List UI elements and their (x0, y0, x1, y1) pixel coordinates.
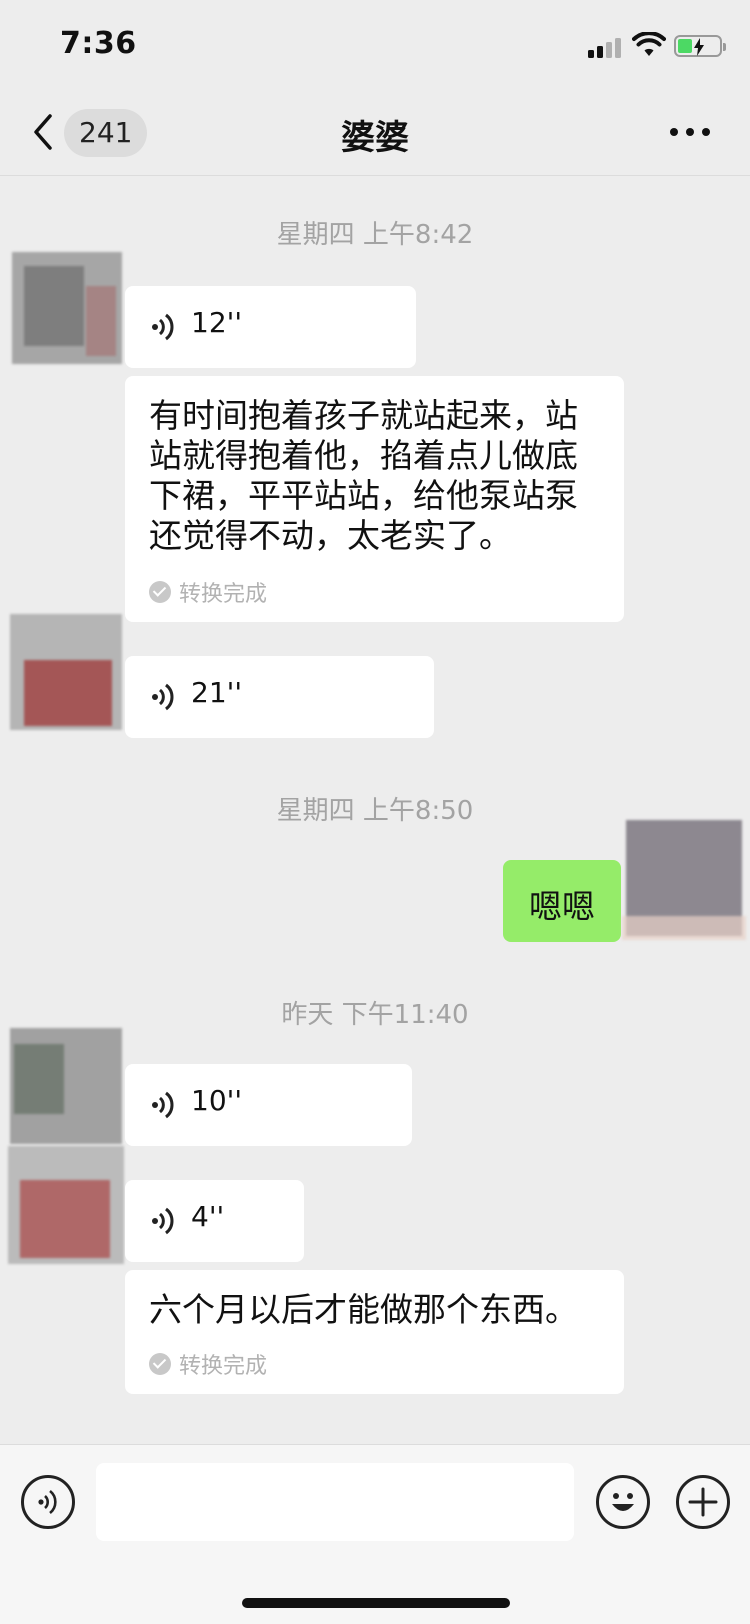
voice-message-bubble[interactable]: 21'' (125, 656, 434, 738)
chat-title: 婆婆 (341, 118, 409, 158)
status-bar: 7:36 (0, 0, 750, 88)
plus-icon[interactable] (676, 1475, 730, 1529)
sent-message-text: 嗯嗯 (529, 887, 595, 926)
sent-message-bubble[interactable]: 嗯嗯 (503, 860, 621, 942)
voice-duration: 12'' (191, 306, 243, 339)
transcript-status-label: 转换完成 (179, 582, 268, 607)
transcript-bubble[interactable]: 六个月以后才能做那个东西。 转换完成 (125, 1270, 624, 1394)
transcript-status: 转换完成 (149, 576, 267, 608)
voice-wave-icon (152, 1091, 174, 1119)
transcript-line: 六个月以后才能做那个东西。 (149, 1290, 578, 1329)
input-bar (0, 1444, 750, 1624)
voice-wave-icon (152, 1207, 174, 1235)
voice-duration: 21'' (191, 676, 243, 709)
home-indicator (242, 1598, 510, 1608)
voice-duration: 10'' (191, 1084, 243, 1117)
voice-wave-icon (152, 683, 174, 711)
transcript-status-label: 转换完成 (179, 1354, 268, 1379)
transcript-line: 有时间抱着孩子就站起来，站 (149, 396, 578, 435)
contact-avatar[interactable] (4, 246, 128, 370)
voice-message-bubble[interactable]: 12'' (125, 286, 416, 368)
contact-avatar[interactable] (4, 1144, 128, 1268)
battery-charging-icon (674, 35, 726, 57)
voice-duration: 4'' (191, 1200, 225, 1233)
transcript-line: 站就得抱着他，掐着点儿做底 (149, 436, 578, 475)
ellipsis-icon[interactable] (670, 128, 710, 140)
wifi-icon (632, 32, 666, 56)
voice-message-bubble[interactable]: 10'' (125, 1064, 412, 1146)
check-circle-icon (149, 1353, 171, 1375)
status-time: 7:36 (60, 26, 137, 61)
contact-avatar[interactable] (4, 1024, 128, 1148)
check-circle-icon (149, 581, 171, 603)
voice-input-icon[interactable] (21, 1475, 75, 1529)
user-avatar[interactable] (622, 816, 746, 940)
transcript-bubble[interactable]: 有时间抱着孩子就站起来，站 站就得抱着他，掐着点儿做底 下裙，平平站站，给他泵站… (125, 376, 624, 622)
chat-header: 241 婆婆 (0, 88, 750, 176)
cellular-signal-icon (588, 36, 624, 58)
voice-wave-icon (152, 313, 174, 341)
transcript-line: 下裙，平平站站，给他泵站泵 (149, 476, 578, 515)
emoji-icon[interactable] (596, 1475, 650, 1529)
transcript-status: 转换完成 (149, 1348, 267, 1380)
voice-message-bubble[interactable]: 4'' (125, 1180, 304, 1262)
message-input[interactable] (96, 1463, 574, 1541)
contact-avatar[interactable] (4, 610, 128, 734)
transcript-line: 还觉得不动，太老实了。 (149, 516, 512, 555)
